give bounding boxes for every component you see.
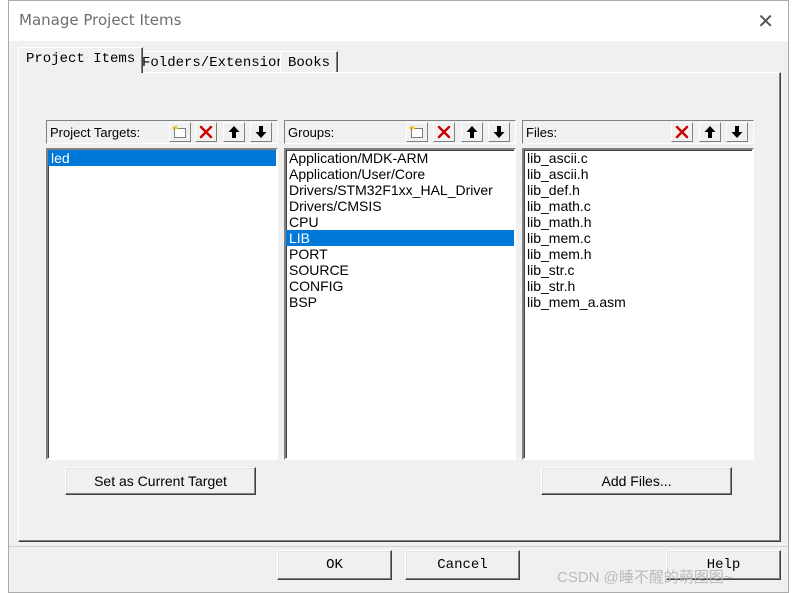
footer-separator <box>9 546 788 547</box>
move-file-down-button[interactable] <box>726 122 748 142</box>
move-group-down-button[interactable] <box>488 122 510 142</box>
move-group-up-button[interactable] <box>461 122 483 142</box>
group-item[interactable]: PORT <box>286 246 514 262</box>
close-icon[interactable]: ✕ <box>757 9 774 33</box>
group-item[interactable]: LIB <box>286 230 514 246</box>
tab-panel-project-items: Project Targets: led Set as Current Targ… <box>18 72 781 542</box>
delete-file-button[interactable] <box>671 122 693 142</box>
targets-label: Project Targets: <box>50 125 141 140</box>
help-button[interactable]: Help <box>666 550 781 580</box>
files-label: Files: <box>526 125 558 140</box>
group-item[interactable]: Application/MDK-ARM <box>286 150 514 166</box>
tab-project-items[interactable]: Project Items <box>18 47 144 73</box>
group-item[interactable]: SOURCE <box>286 262 514 278</box>
group-item[interactable]: Application/User/Core <box>286 166 514 182</box>
file-item[interactable]: lib_str.h <box>524 278 752 294</box>
file-item[interactable]: lib_math.c <box>524 198 752 214</box>
title-bar: Manage Project Items ✕ <box>9 1 788 41</box>
files-header: Files: <box>522 120 754 144</box>
groups-label: Groups: <box>288 125 335 140</box>
group-item[interactable]: Drivers/CMSIS <box>286 198 514 214</box>
groups-header: Groups: <box>284 120 516 144</box>
file-item[interactable]: lib_ascii.h <box>524 166 752 182</box>
ok-button[interactable]: OK <box>277 550 392 580</box>
targets-list[interactable]: led <box>46 148 278 460</box>
file-item[interactable]: lib_str.c <box>524 262 752 278</box>
files-list[interactable]: lib_ascii.c lib_ascii.h lib_def.h lib_ma… <box>522 148 754 460</box>
file-item[interactable]: lib_mem_a.asm <box>524 294 752 310</box>
file-item[interactable]: lib_ascii.c <box>524 150 752 166</box>
set-current-target-button[interactable]: Set as Current Target <box>65 467 256 495</box>
file-item[interactable]: lib_mem.h <box>524 246 752 262</box>
file-item[interactable]: lib_def.h <box>524 182 752 198</box>
targets-header: Project Targets: <box>46 120 278 144</box>
tab-folders-extensions[interactable]: Folders/Extensions <box>134 51 302 73</box>
dialog-title: Manage Project Items <box>19 11 182 29</box>
groups-list[interactable]: Application/MDK-ARM Application/User/Cor… <box>284 148 516 460</box>
cancel-button[interactable]: Cancel <box>405 550 520 580</box>
delete-group-button[interactable] <box>433 122 455 142</box>
move-target-down-button[interactable] <box>250 122 272 142</box>
file-item[interactable]: lib_mem.c <box>524 230 752 246</box>
file-item[interactable]: lib_math.h <box>524 214 752 230</box>
move-target-up-button[interactable] <box>223 122 245 142</box>
tab-books[interactable]: Books <box>280 51 339 73</box>
target-item[interactable]: led <box>48 150 276 166</box>
delete-target-button[interactable] <box>195 122 217 142</box>
new-group-button[interactable] <box>406 122 428 142</box>
group-item[interactable]: Drivers/STM32F1xx_HAL_Driver <box>286 182 514 198</box>
group-item[interactable]: CONFIG <box>286 278 514 294</box>
group-item[interactable]: CPU <box>286 214 514 230</box>
manage-project-items-dialog: Manage Project Items ✕ Project Items Fol… <box>8 0 789 593</box>
move-file-up-button[interactable] <box>699 122 721 142</box>
group-item[interactable]: BSP <box>286 294 514 310</box>
add-files-button[interactable]: Add Files... <box>541 467 732 495</box>
new-target-button[interactable] <box>169 122 191 142</box>
